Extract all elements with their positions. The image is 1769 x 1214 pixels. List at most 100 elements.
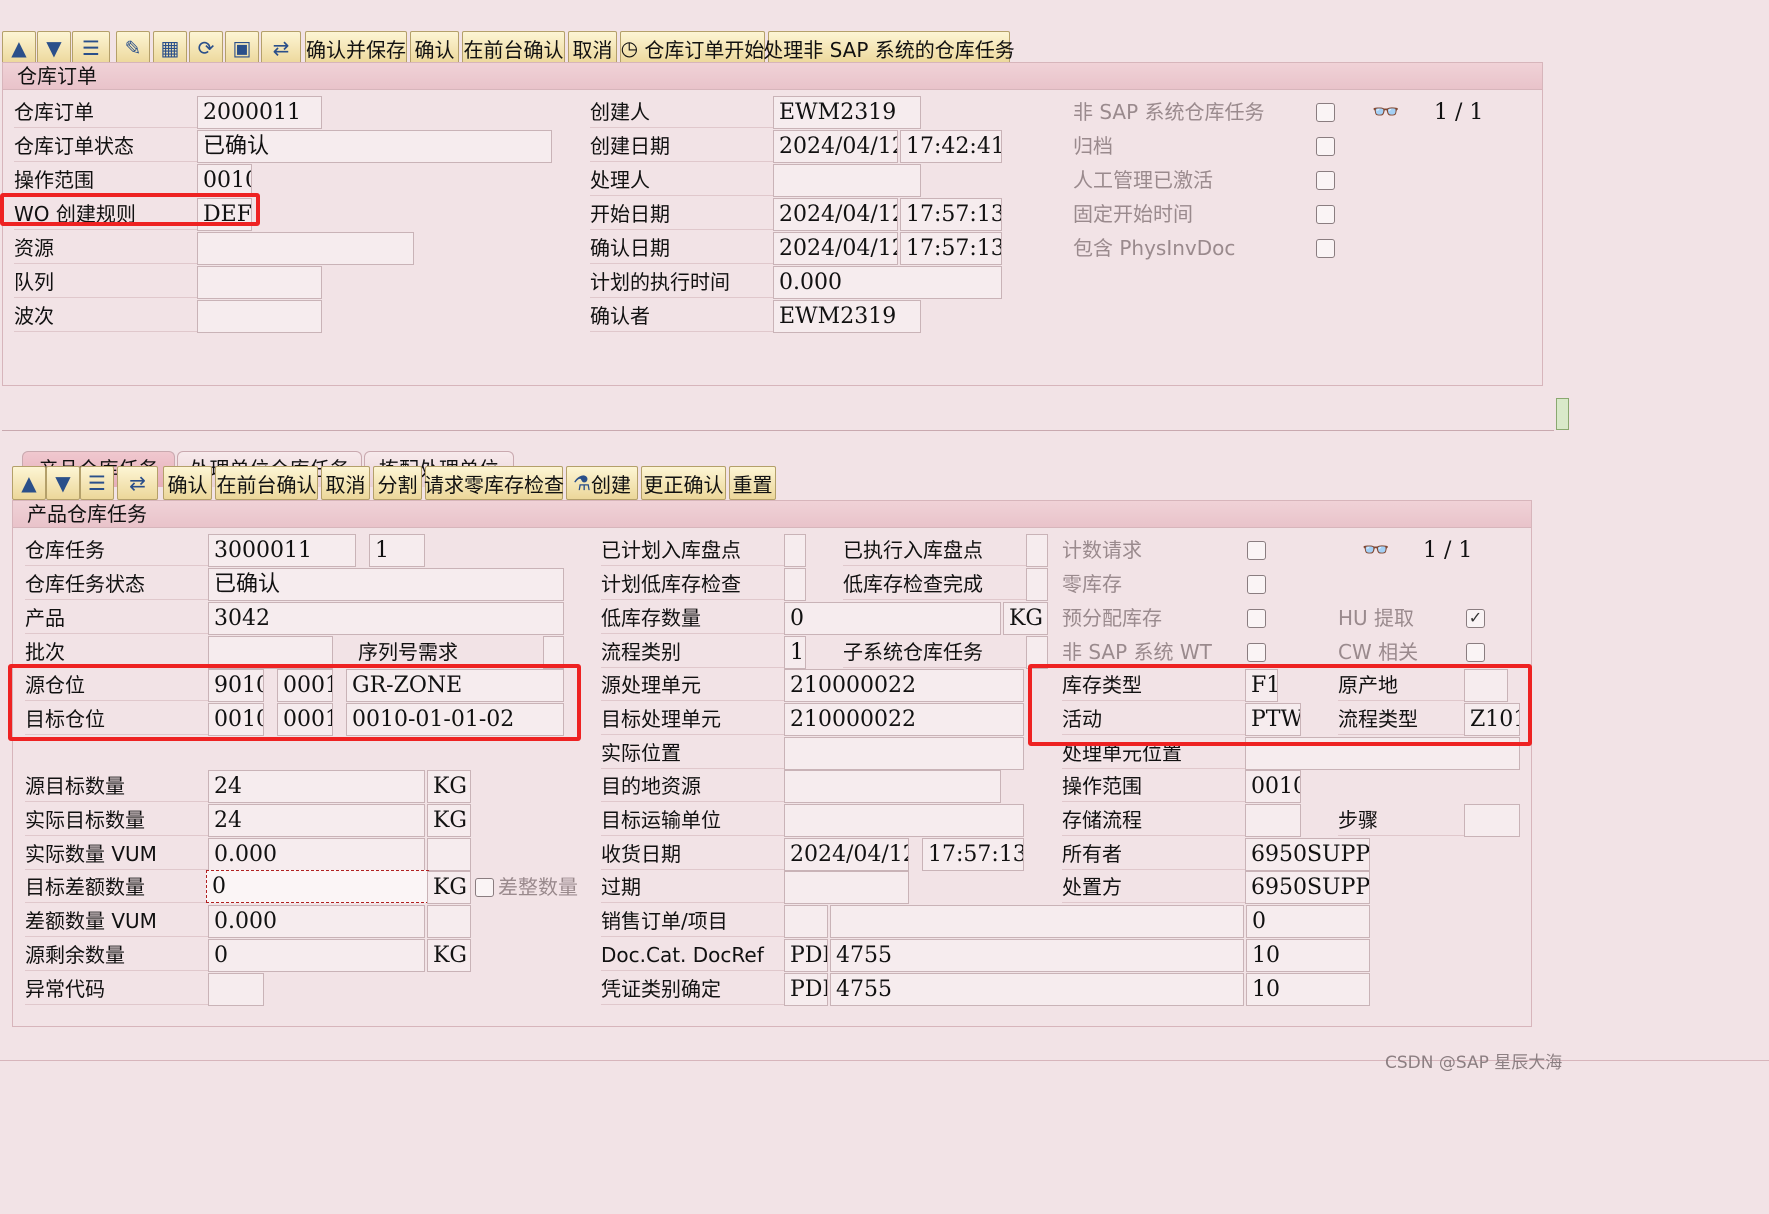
field-diff-vum-unit[interactable] [427,905,471,938]
field-diff-vum[interactable]: 0.000 [208,905,425,938]
side-scroll-icon[interactable] [1556,398,1569,430]
field-diff-qty-unit[interactable]: KG [427,871,471,904]
layout-icon[interactable]: ⇄ [261,31,301,65]
field-planned-time[interactable]: 0.000 [773,266,1002,299]
field-source-bin-1[interactable]: 9010 [208,669,264,702]
field-create-time[interactable]: 17:42:41 [900,130,1002,163]
field-low-check-done[interactable] [1026,568,1048,601]
field-diff-qty[interactable]: 0 [206,870,429,903]
field-sales-order-1[interactable] [784,905,828,938]
field-resource[interactable] [197,232,414,265]
field-order-status[interactable]: 已确认 [197,130,552,163]
field-operation-area[interactable]: 0010 [197,164,252,197]
field-hu-position[interactable] [1245,737,1520,770]
field-start-time[interactable]: 17:57:13 [900,198,1002,231]
field-low-stock-qty[interactable]: 0 [784,602,1001,635]
field-step[interactable] [1464,804,1520,837]
field-task[interactable]: 3000011 [208,534,356,567]
field-dest-bin-2[interactable]: 0001 [277,703,333,736]
field-dest-bin-3[interactable]: 0010-01-01-02 [346,703,564,736]
field-dest-hu[interactable]: 210000022 [784,703,1024,736]
field-stock-type[interactable]: F1 [1245,669,1278,702]
field-queue[interactable] [197,266,322,299]
checkbox-archive[interactable] [1316,137,1335,156]
cancel-button[interactable]: 取消 [568,31,617,65]
field-origin[interactable] [1464,669,1508,702]
details-icon-2[interactable]: ☰ [80,466,114,500]
reset-button[interactable]: 重置 [729,466,776,500]
field-warehouse-order[interactable]: 2000011 [197,96,322,129]
checkbox-zero-stock[interactable] [1247,575,1266,594]
field-op-area[interactable]: 0010 [1245,770,1301,803]
confirm-button[interactable]: 确认 [410,31,459,65]
field-actual-vum-unit[interactable] [427,838,471,871]
field-activity[interactable]: PTWY [1245,703,1301,736]
field-dest-transport-unit[interactable] [784,804,1024,837]
save-icon[interactable]: ▣ [225,31,259,65]
checkbox-cw-relevant[interactable] [1466,643,1485,662]
field-actual-vum[interactable]: 0.000 [208,838,425,871]
field-planned-inbound-count[interactable] [784,534,806,567]
field-serial[interactable] [543,636,564,669]
checkbox-diff-qty[interactable] [475,878,494,897]
field-disposer[interactable]: 6950SUPPLY [1245,871,1370,904]
field-creator[interactable]: EWM2319 [773,96,921,129]
field-subsystem-task[interactable] [1026,636,1048,669]
field-create-date[interactable]: 2024/04/12 [773,130,898,163]
field-gr-date[interactable]: 2024/04/12 [784,838,909,871]
zero-stock-check-button[interactable]: 请求零库存检查 [424,466,564,500]
glasses-icon[interactable]: 👓 [1372,100,1399,125]
field-source-qty-unit[interactable]: KG [427,770,471,803]
field-wave[interactable] [197,300,322,333]
scroll-down-icon-2[interactable]: ▼ [46,466,80,500]
field-doc-ref[interactable]: 4755 [830,939,1244,972]
field-done-inbound-count[interactable] [1026,534,1048,567]
scroll-up-icon[interactable]: ▲ [2,31,36,65]
field-plan-low-check[interactable] [784,568,806,601]
hierarchy-icon[interactable]: ▦ [153,31,187,65]
edit-icon[interactable]: ✎ [116,31,150,65]
field-source-bin-3[interactable]: GR-ZONE [346,669,564,702]
field-source-hu[interactable]: 210000022 [784,669,1024,702]
field-confirmer[interactable]: EWM2319 [773,300,921,333]
refresh-icon[interactable]: ⟳ [189,31,223,65]
details-icon[interactable]: ☰ [72,31,110,65]
field-dest-resource[interactable] [784,770,1001,803]
checkbox-hu-pick[interactable]: ✓ [1466,609,1485,628]
field-storage-process[interactable] [1245,804,1301,837]
field-confirm-date[interactable]: 2024/04/12 [773,232,898,265]
confirm-save-button[interactable]: 确认并保存 [305,31,407,65]
field-sales-order-2[interactable] [830,905,1244,938]
create-button[interactable]: ⚗ 创建 [566,466,638,500]
field-remaining-qty-unit[interactable]: KG [427,939,471,972]
field-voucher-item[interactable]: 10 [1246,973,1370,1006]
field-batch[interactable] [208,636,333,669]
field-task-status[interactable]: 已确认 [208,568,564,601]
cancel-button-2[interactable]: 取消 [321,466,370,500]
checkbox-non-sap-task[interactable] [1316,103,1335,122]
field-owner[interactable]: 6950SUPPLY [1245,838,1370,871]
field-expiry[interactable] [784,871,909,904]
checkbox-non-sap-wt[interactable] [1247,643,1266,662]
field-source-qty[interactable]: 24 [208,770,425,803]
field-sales-order-item[interactable]: 0 [1246,905,1370,938]
checkbox-manual-active[interactable] [1316,171,1335,190]
non-sap-task-button[interactable]: 处理非 SAP 系统的仓库任务 [763,31,1015,65]
field-dest-bin-1[interactable]: 0010 [208,703,264,736]
correct-confirm-button[interactable]: 更正确认 [641,466,726,500]
wo-start-button[interactable]: ◷ 仓库订单开始 [620,31,765,65]
field-wo-rule[interactable]: DEF [197,198,252,231]
field-doc-cat[interactable]: PDI [784,939,828,972]
field-doc-item[interactable]: 10 [1246,939,1370,972]
field-product[interactable]: 3042 [208,602,564,635]
field-actual-location[interactable] [784,737,1024,770]
field-processor[interactable] [773,164,921,197]
checkbox-prealloc[interactable] [1247,609,1266,628]
layout-icon-2[interactable]: ⇄ [117,466,158,500]
checkbox-count-request[interactable] [1247,541,1266,560]
field-exception[interactable] [208,973,264,1006]
field-voucher-ref[interactable]: 4755 [830,973,1244,1006]
confirm-button-2[interactable]: 确认 [163,466,212,500]
field-process-type[interactable]: Z101 [1464,703,1520,736]
field-remaining-qty[interactable]: 0 [208,939,425,972]
